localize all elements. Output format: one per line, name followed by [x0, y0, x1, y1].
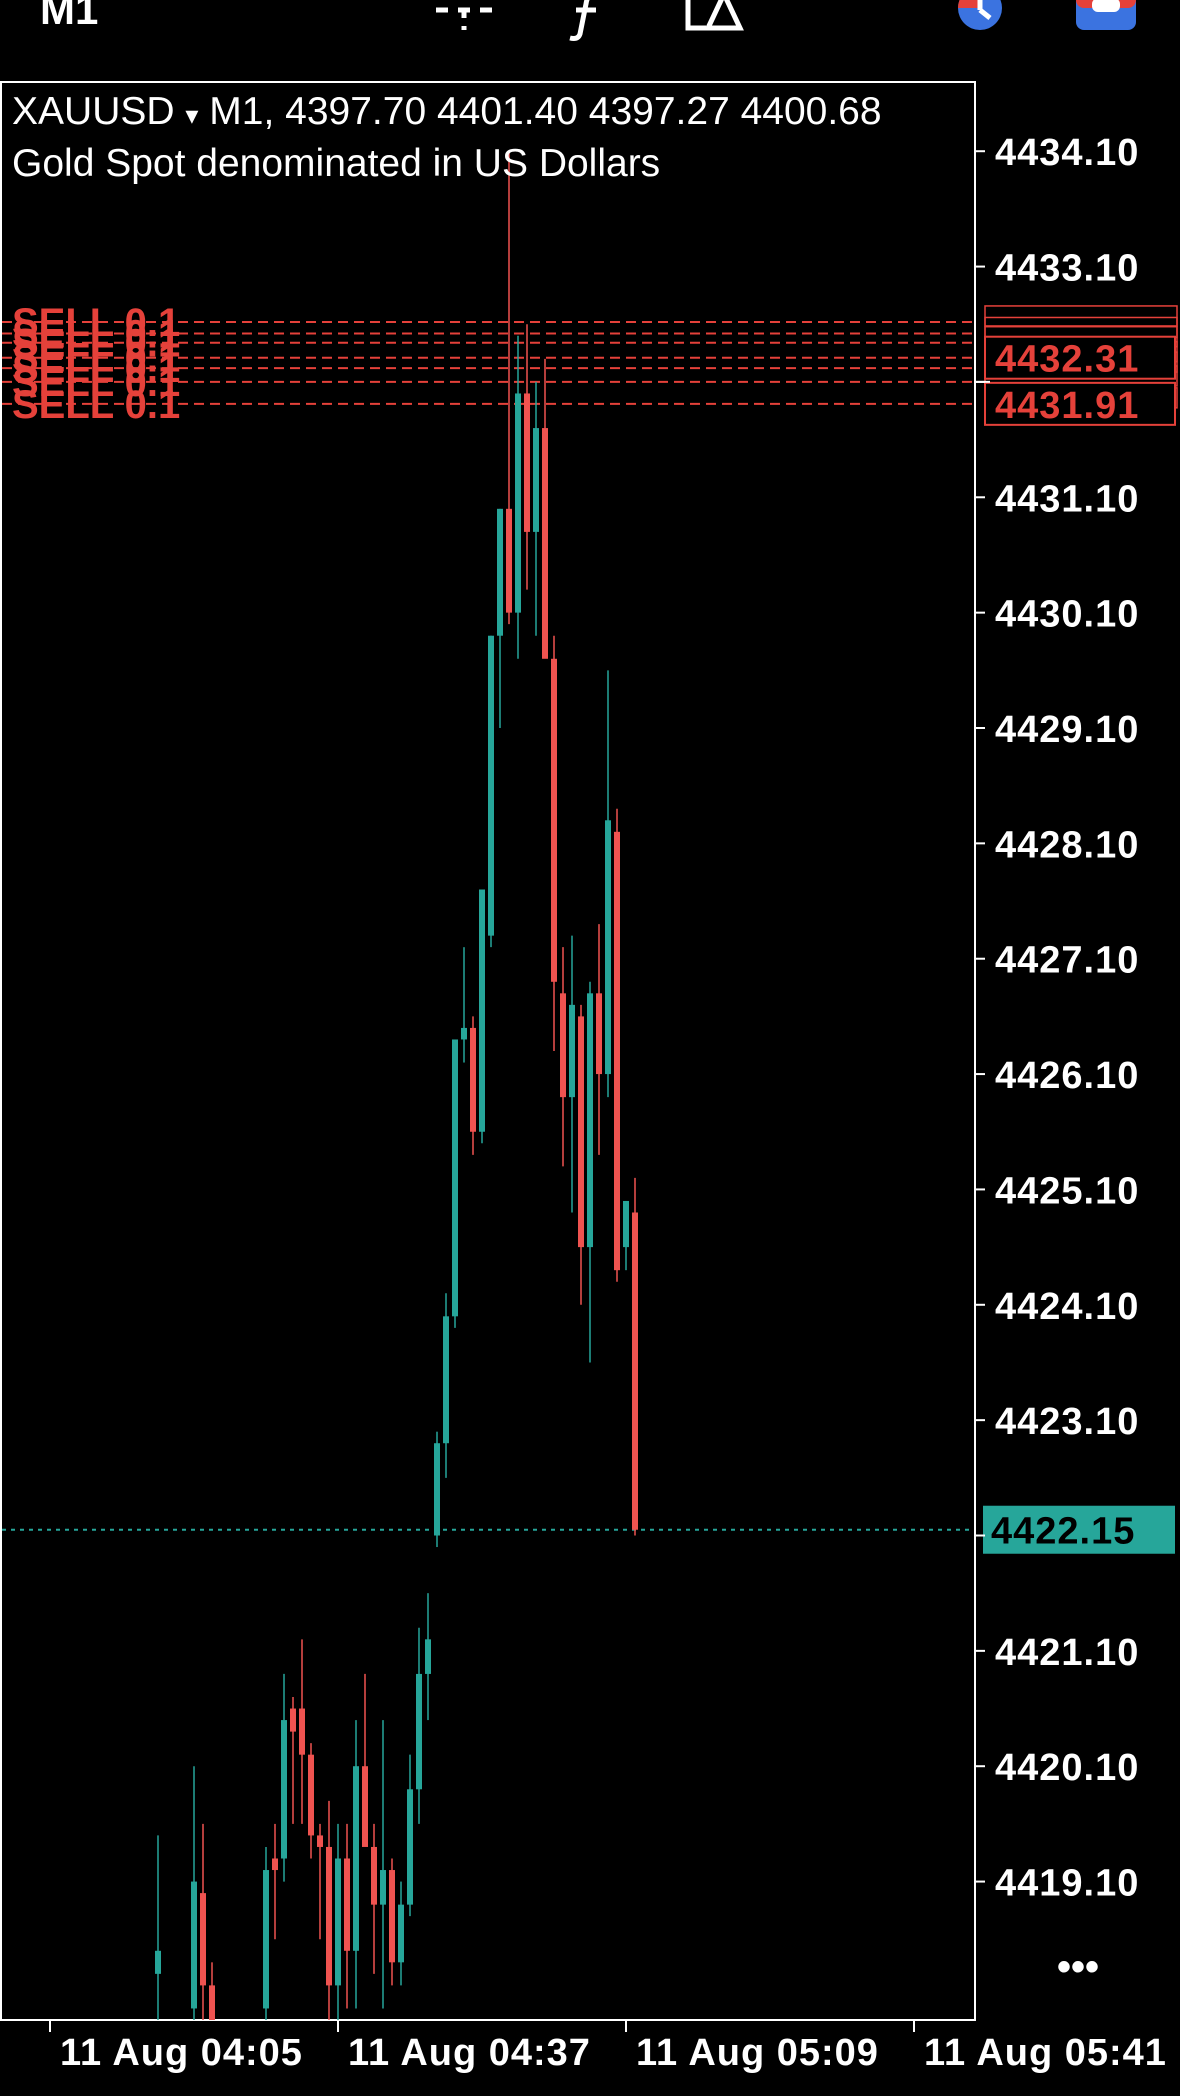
bear-candle	[362, 1766, 368, 1847]
bull-candle	[623, 1200, 629, 1248]
bid-line-layer: 4422.15	[2, 1505, 1175, 1554]
chart-header: XAUUSD ▾ M1, 4397.70 4401.40 4397.27 440…	[12, 90, 882, 134]
bear-candle	[200, 1893, 206, 1986]
bull-candle	[407, 1789, 413, 1905]
bull-candle	[533, 428, 539, 532]
time-tick-label: 11 Aug 04:37	[348, 2032, 591, 2074]
bear-candle	[470, 1027, 476, 1132]
bull-candle	[479, 889, 485, 1132]
bear-candle	[326, 1846, 332, 1986]
time-axis[interactable]: 11 Aug 04:05 11 Aug 04:37 11 Aug 05:09 11 A…	[49, 2020, 1167, 2074]
bull-candle	[569, 1004, 575, 1098]
header-timeframe: M1,	[209, 90, 275, 133]
bull-candle	[263, 1870, 269, 2009]
order-price-label: 4431.91	[995, 385, 1139, 427]
order-price-tag-frame	[984, 316, 1178, 339]
bear-candle	[506, 508, 512, 613]
bear-candle	[614, 831, 620, 1271]
bear-candle	[209, 1985, 215, 2020]
ohlc-values: 4397.70 4401.40 4397.27 4400.68	[285, 90, 882, 133]
more-options-button[interactable]: •••	[1057, 1945, 1099, 1989]
time-tick-label: 11 Aug 04:05	[60, 2032, 303, 2074]
bull-candle	[398, 1904, 404, 1963]
time-tick-label: 11 Aug 05:09	[636, 2032, 879, 2074]
bull-candle	[452, 1039, 458, 1317]
order-lines-layer: SELL 0.1SELL 0.1SELL 0.1SELL 0.1SELL 0.1…	[2, 301, 1178, 427]
bull-candle	[353, 1766, 359, 1951]
price-tick-label: 4434.10	[995, 132, 1139, 174]
price-tick-label: 4428.10	[995, 824, 1139, 866]
price-tick-label: 4431.10	[995, 478, 1139, 520]
bull-candle	[425, 1639, 431, 1674]
price-tick-label: 4420.10	[995, 1747, 1139, 1789]
candles-layer	[155, 151, 638, 2020]
bull-candle	[443, 1316, 449, 1444]
bull-candle	[335, 1858, 341, 1986]
price-tick-label: 4429.10	[995, 709, 1139, 751]
bear-candle	[542, 428, 548, 659]
order-line-label[interactable]: SELL 0.1	[12, 383, 180, 427]
bear-candle	[272, 1858, 278, 1871]
price-tick-label: 4430.10	[995, 594, 1139, 636]
bear-candle	[317, 1835, 323, 1847]
price-chart[interactable]: SELL 0.1SELL 0.1SELL 0.1SELL 0.1SELL 0.1…	[0, 0, 1180, 2096]
bear-candle	[524, 393, 530, 532]
bull-candle	[587, 993, 593, 1248]
order-price-tag-frame	[984, 305, 1178, 327]
price-tick-label: 4427.10	[995, 940, 1139, 982]
bull-candle	[416, 1673, 422, 1790]
bear-candle	[371, 1846, 377, 1905]
symbol-dropdown-icon[interactable]: ▾	[185, 100, 198, 130]
bull-candle	[281, 1720, 287, 1859]
time-tick-label: 11 Aug 05:41	[924, 2032, 1167, 2074]
bull-candle	[191, 1881, 197, 2009]
bull-candle	[515, 393, 521, 613]
bear-candle	[389, 1870, 395, 1963]
price-tick-label: 4421.10	[995, 1632, 1139, 1674]
price-tick-label: 4419.10	[995, 1863, 1139, 1905]
bull-candle	[497, 508, 503, 636]
bull-candle	[380, 1870, 386, 1905]
price-tick-label: 4425.10	[995, 1170, 1139, 1212]
bull-candle	[155, 1950, 161, 1974]
bear-candle	[290, 1708, 296, 1732]
bear-candle	[344, 1858, 350, 1951]
bear-candle	[578, 1016, 584, 1248]
price-tick-label: 4426.10	[995, 1055, 1139, 1097]
bull-candle	[434, 1443, 440, 1536]
bull-candle	[488, 635, 494, 936]
bear-candle	[596, 993, 602, 1075]
bear-candle	[632, 1212, 638, 1530]
symbol-name[interactable]: XAUUSD	[12, 90, 175, 133]
price-tick-label: 4433.10	[995, 248, 1139, 290]
bear-candle	[551, 658, 557, 982]
bull-candle	[605, 820, 611, 1075]
symbol-description: Gold Spot denominated in US Dollars	[12, 142, 661, 185]
order-price-label: 4432.31	[995, 339, 1139, 381]
bull-candle	[461, 1027, 467, 1040]
bid-price-label: 4422.15	[991, 1511, 1135, 1553]
price-tick-label: 4424.10	[995, 1286, 1139, 1328]
bear-candle	[299, 1708, 305, 1755]
price-tick-label: 4423.10	[995, 1401, 1139, 1443]
bear-candle	[560, 993, 566, 1098]
bear-candle	[308, 1754, 314, 1836]
